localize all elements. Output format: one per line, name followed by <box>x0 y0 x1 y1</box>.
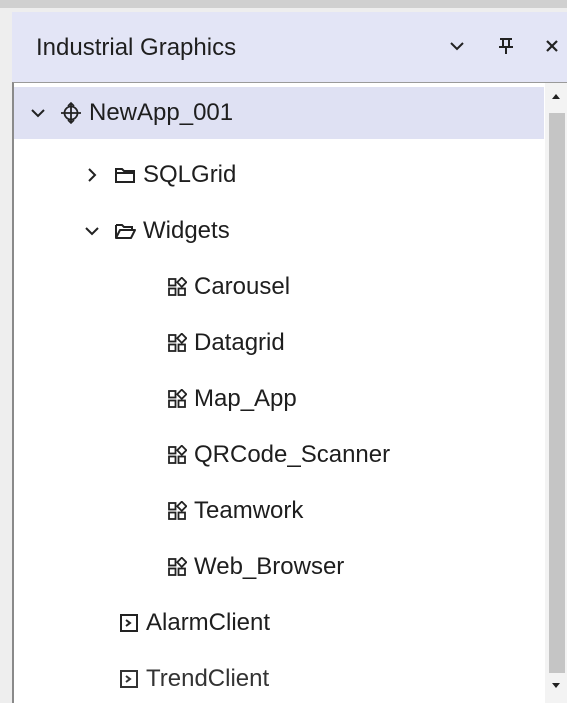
tree-node-label: QRCode_Scanner <box>194 441 391 468</box>
chevron-down-icon <box>450 42 464 51</box>
scrollbar-thumb[interactable] <box>549 113 565 673</box>
close-icon <box>546 40 558 52</box>
chevron-down-icon <box>31 109 45 118</box>
pin-icon <box>499 38 513 54</box>
tree-node-label: Map_App <box>194 385 297 412</box>
tree-node-label: AlarmClient <box>146 609 271 636</box>
pane-title: Industrial Graphics <box>36 34 237 61</box>
pin-button[interactable] <box>494 32 518 60</box>
expand-toggle[interactable] <box>82 165 102 185</box>
widget-grid-icon <box>167 389 187 409</box>
expand-toggle[interactable] <box>28 103 48 123</box>
pane-top-border <box>0 0 567 8</box>
tree-node-widget[interactable]: QRCode_Scanner <box>14 429 544 481</box>
tree-node-sqlgrid[interactable]: SQLGrid <box>14 149 544 201</box>
expand-toggle[interactable] <box>82 221 102 241</box>
pane-header: Industrial Graphics <box>12 12 567 82</box>
tree-node-label: Teamwork <box>194 497 304 524</box>
tree-node-widget[interactable]: Map_App <box>14 373 544 425</box>
tree-node-label: Datagrid <box>194 329 285 356</box>
widget-grid-icon <box>167 445 187 465</box>
tree-node-widgets[interactable]: Widgets <box>14 205 544 257</box>
widget-grid-icon <box>167 277 187 297</box>
caret-down-icon <box>552 683 560 688</box>
widget-grid-icon <box>167 501 187 521</box>
client-control-icon <box>119 613 139 633</box>
client-control-icon <box>119 669 139 689</box>
tree-node-widget[interactable]: Datagrid <box>14 317 544 369</box>
tree-node-label: SQLGrid <box>143 161 237 188</box>
tree-node-widget[interactable]: Web_Browser <box>14 541 544 593</box>
tree-node-root[interactable]: NewApp_001 <box>14 87 544 139</box>
chevron-down-icon <box>85 227 99 236</box>
tree-node-client[interactable]: TrendClient <box>14 653 544 703</box>
tree-node-label: NewApp_001 <box>89 99 234 126</box>
tree-node-label: Widgets <box>143 217 230 244</box>
tree-node-client[interactable]: AlarmClient <box>14 597 544 649</box>
scroll-up-button[interactable] <box>548 89 564 103</box>
industrial-graphics-pane: Industrial Graphics NewApp_001 SQLGrid W… <box>0 0 567 703</box>
tree-node-widget[interactable]: Teamwork <box>14 485 544 537</box>
app-move-icon <box>60 102 82 124</box>
tree-node-widget[interactable]: Carousel <box>14 261 544 313</box>
close-button[interactable] <box>540 32 564 60</box>
widget-grid-icon <box>167 333 187 353</box>
vertical-scrollbar[interactable] <box>545 83 567 703</box>
widget-grid-icon <box>167 557 187 577</box>
tree-node-label: Carousel <box>194 273 291 300</box>
pane-options-button[interactable] <box>444 32 470 60</box>
tree-view[interactable]: NewApp_001 SQLGrid Widgets Carousel Data… <box>12 82 567 703</box>
folder-open-icon <box>114 222 136 240</box>
caret-up-icon <box>552 94 560 99</box>
scroll-down-button[interactable] <box>548 679 564 693</box>
tree-node-label: Web_Browser <box>194 553 345 580</box>
folder-closed-icon <box>114 166 136 184</box>
chevron-right-icon <box>88 168 97 182</box>
tree-node-label: TrendClient <box>146 665 270 692</box>
